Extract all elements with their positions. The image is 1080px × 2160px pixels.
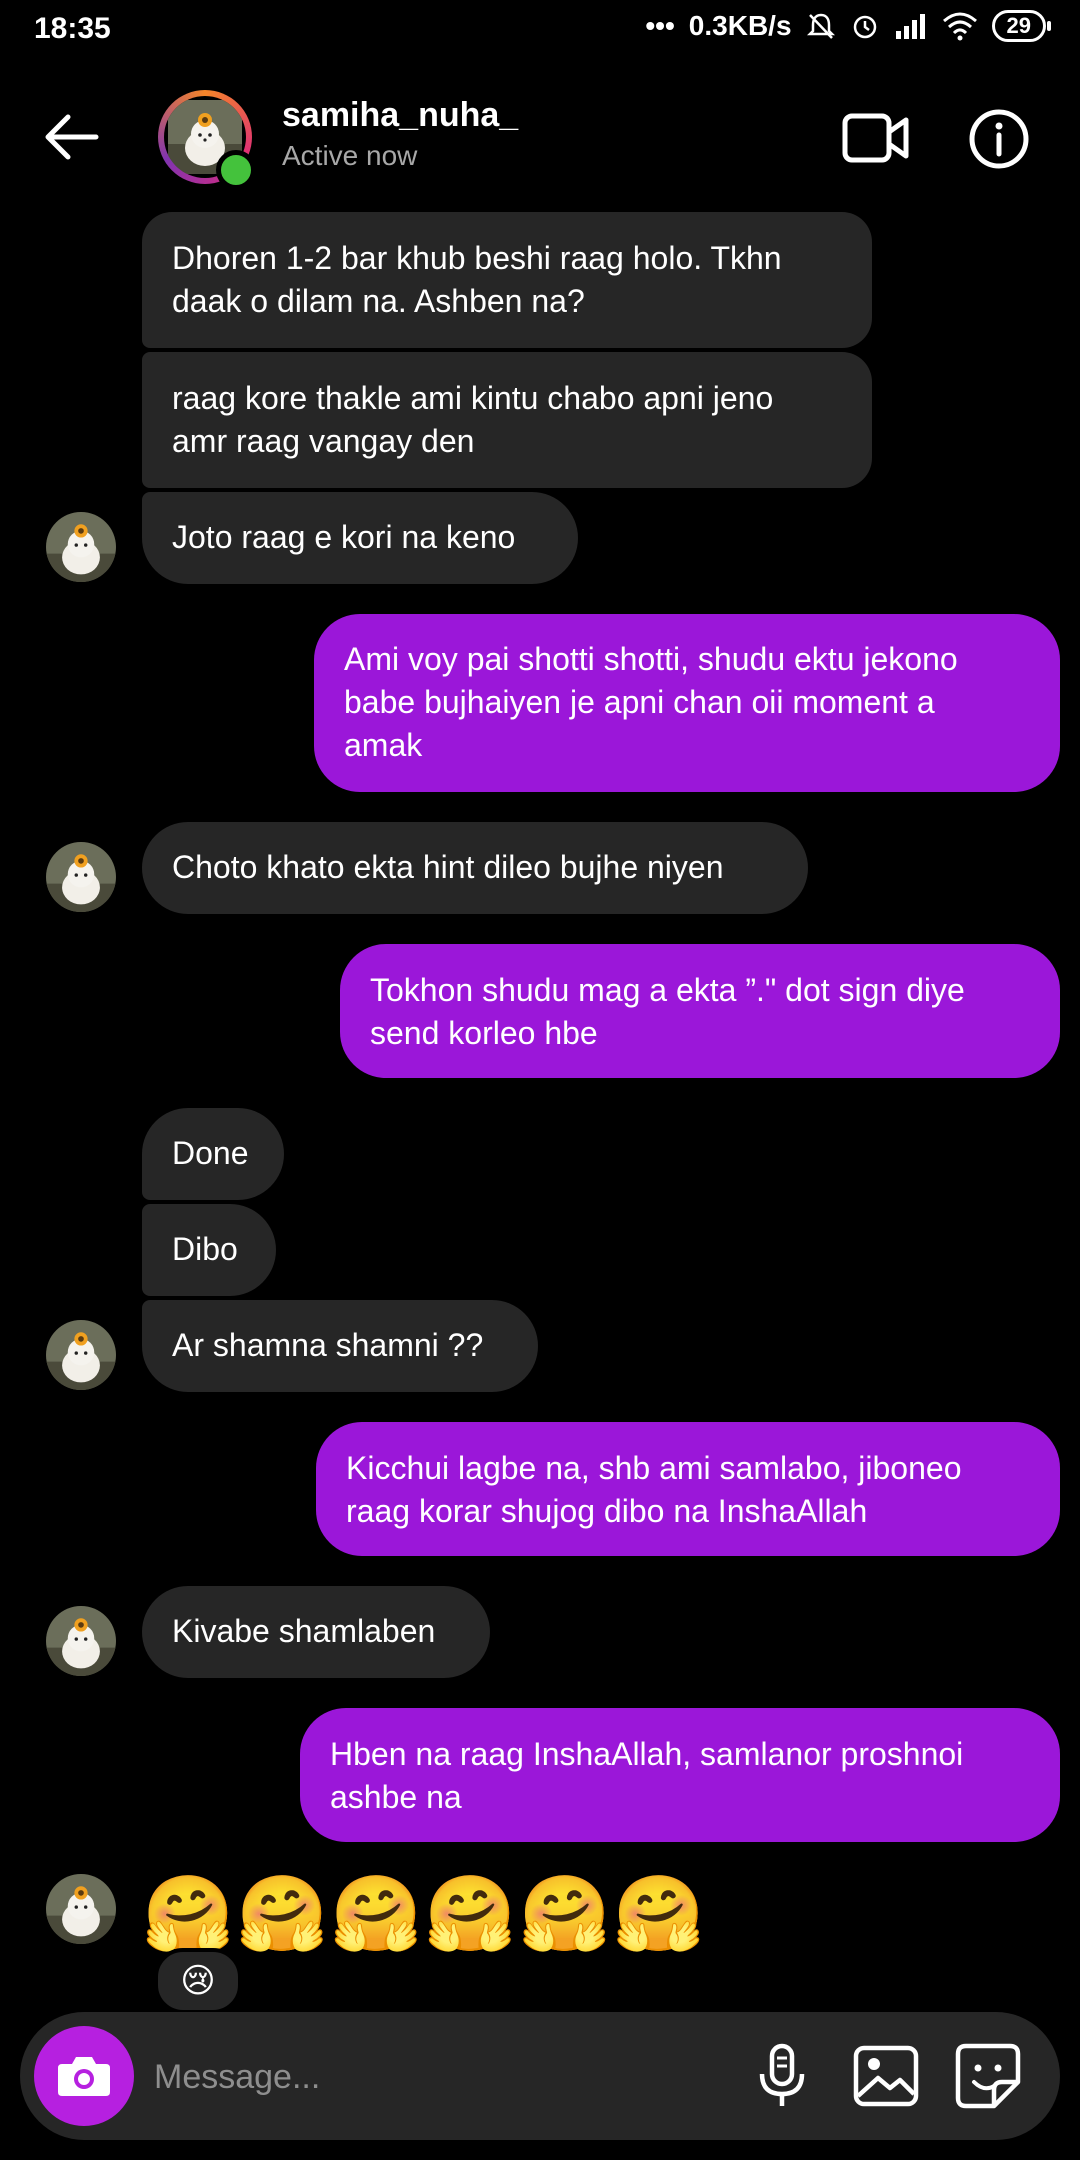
gallery-icon[interactable] (852, 2042, 920, 2110)
sticker-icon[interactable] (954, 2042, 1022, 2110)
more-dots-icon: ••• (645, 10, 675, 41)
message-bubble-incoming[interactable]: Done (142, 1108, 284, 1200)
message-text: amak (344, 727, 423, 763)
message-bubble-incoming[interactable]: Kivabe shamlaben (142, 1586, 490, 1678)
battery-indicator: 29 (991, 10, 1052, 42)
mute-bell-icon (806, 13, 835, 39)
reaction-badge[interactable]: 😢 (154, 1948, 242, 2014)
active-status: Active now (282, 140, 418, 171)
network-speed: 0.3KB/s (688, 10, 792, 41)
message-bubble-incoming[interactable]: raag kore thakle ami kintu chabo apni je… (142, 352, 872, 488)
message-text: raag korar shujog dibo na InshaAllah (346, 1493, 868, 1529)
profile-avatar[interactable] (158, 90, 256, 190)
message-text: Ami voy pai shotti shotti, shudu ektu je… (344, 641, 958, 677)
message-text: Dhoren 1-2 bar khub beshi raag holo. Tkh… (172, 240, 782, 276)
message-bubble-incoming[interactable]: Dhoren 1-2 bar khub beshi raag holo. Tkh… (142, 212, 872, 348)
dog-avatar-image (46, 1874, 116, 1944)
message-text: Kivabe shamlaben (172, 1613, 436, 1649)
info-icon[interactable] (968, 108, 1030, 170)
message-bubble-incoming[interactable]: Dibo (142, 1204, 276, 1296)
back-arrow-icon[interactable] (40, 106, 102, 168)
sender-avatar[interactable] (46, 1606, 116, 1676)
camera-button[interactable] (34, 2026, 134, 2126)
message-text: Hben na raag InshaAllah, samlanor proshn… (330, 1736, 964, 1772)
message-text: daak o dilam na. Ashben na? (172, 283, 585, 319)
sender-avatar[interactable] (46, 1320, 116, 1390)
message-text: send korleo hbe (370, 1015, 598, 1051)
message-text: amr raag vangay den (172, 423, 475, 459)
wifi-icon (942, 12, 977, 41)
signal-icon (895, 14, 925, 39)
status-bar: 18:35 ••• 0.3KB/s 29 (0, 0, 1080, 62)
message-text: raag kore thakle ami kintu chabo apni je… (172, 380, 774, 416)
status-time: 18:35 (34, 12, 111, 45)
message-text: ashbe na (330, 1779, 462, 1815)
sender-avatar[interactable] (46, 1874, 116, 1944)
message-text: Dibo (172, 1231, 238, 1267)
message-text: Tokhon shudu mag a ekta ”." dot sign diy… (370, 972, 965, 1008)
alarm-icon (853, 15, 876, 39)
status-icons: ••• 0.3KB/s 29 (645, 10, 1052, 42)
dog-avatar-image (46, 1606, 116, 1676)
camera-icon (58, 2057, 110, 2096)
message-text: Kicchui lagbe na, shb ami samlabo, jibon… (346, 1450, 962, 1486)
message-text: babe bujhaiyen je apni chan oii moment a (344, 684, 935, 720)
online-indicator (216, 150, 256, 190)
message-bubble-incoming[interactable]: Joto raag e kori na keno (142, 492, 578, 584)
sender-avatar[interactable] (46, 842, 116, 912)
message-bubble-outgoing[interactable]: Tokhon shudu mag a ekta ”." dot sign diy… (340, 944, 1060, 1078)
sender-avatar[interactable] (46, 512, 116, 582)
emoji-message[interactable]: 🤗🤗🤗🤗🤗🤗 (142, 1874, 707, 1954)
chat-header: samiha_nuha_ Active now (0, 78, 1080, 198)
message-text: Ar shamna shamni ?? (172, 1327, 484, 1363)
chat-username[interactable]: samiha_nuha_ (282, 96, 518, 135)
message-input[interactable] (152, 2046, 716, 2108)
message-composer (20, 2012, 1060, 2140)
message-bubble-outgoing[interactable]: Hben na raag InshaAllah, samlanor proshn… (300, 1708, 1060, 1842)
video-call-icon[interactable] (842, 108, 910, 168)
message-text: Done (172, 1135, 249, 1171)
message-text: Choto khato ekta hint dileo bujhe niyen (172, 849, 724, 885)
message-bubble-incoming[interactable]: Ar shamna shamni ?? (142, 1300, 538, 1392)
dog-avatar-image (46, 1320, 116, 1390)
microphone-icon[interactable] (752, 2042, 812, 2110)
dog-avatar-image (46, 512, 116, 582)
message-text: Joto raag e kori na keno (172, 519, 516, 555)
dog-avatar-image (46, 842, 116, 912)
message-bubble-outgoing[interactable]: Ami voy pai shotti shotti, shudu ektu je… (314, 614, 1060, 792)
message-bubble-outgoing[interactable]: Kicchui lagbe na, shb ami samlabo, jibon… (316, 1422, 1060, 1556)
message-bubble-incoming[interactable]: Choto khato ekta hint dileo bujhe niyen (142, 822, 808, 914)
